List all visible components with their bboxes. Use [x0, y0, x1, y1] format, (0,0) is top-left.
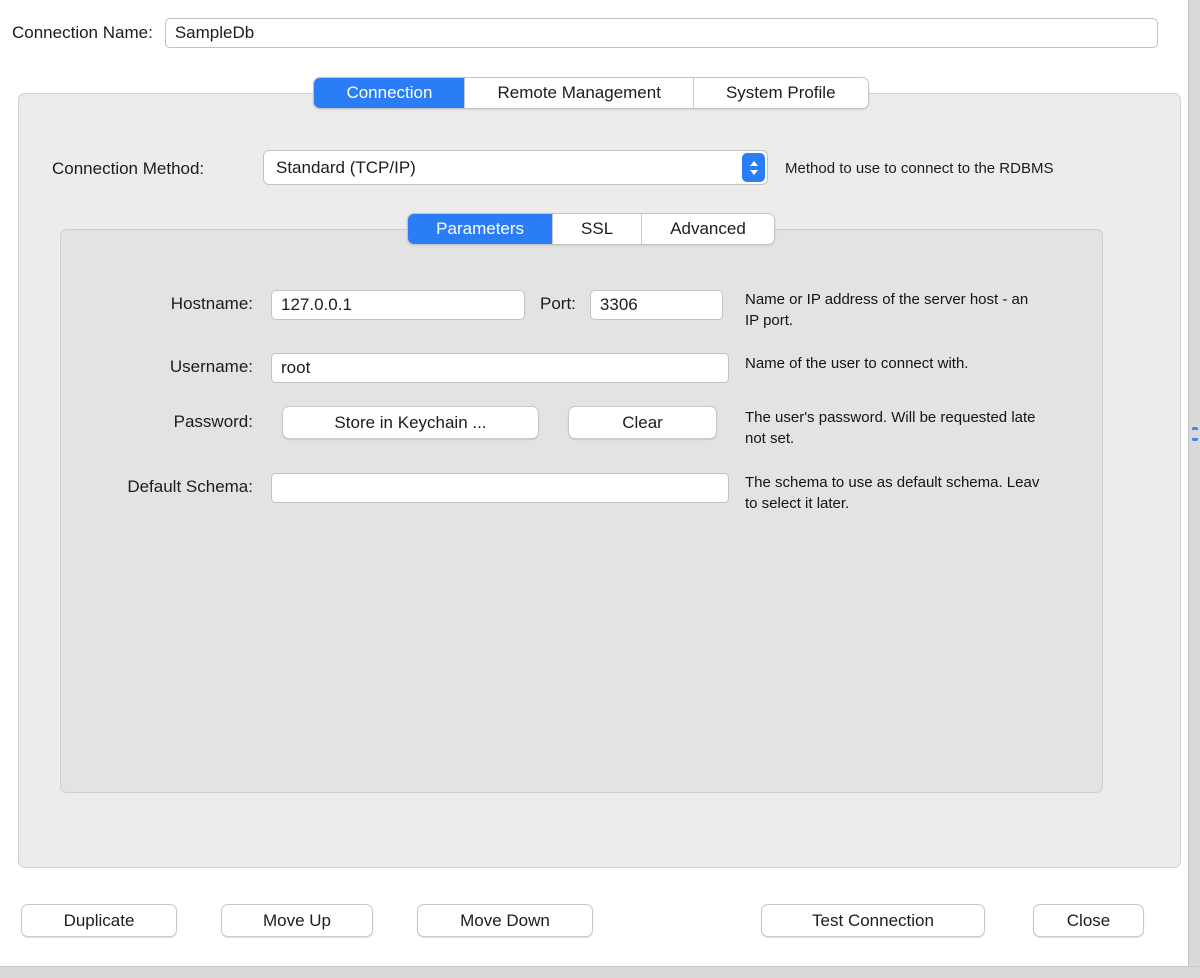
connection-method-value: Standard (TCP/IP): [276, 157, 416, 177]
main-tab-group: Connection Remote Management System Prof…: [313, 77, 869, 109]
clear-password-button[interactable]: Clear: [568, 406, 717, 439]
username-help-text: Name of the user to connect with.: [745, 355, 969, 372]
test-connection-button[interactable]: Test Connection: [761, 904, 985, 937]
tab-connection[interactable]: Connection: [314, 78, 465, 108]
window-edge-right: [1188, 0, 1200, 978]
window-edge-bottom: [0, 966, 1200, 978]
default-schema-row: Default Schema:: [61, 471, 741, 503]
store-in-keychain-button[interactable]: Store in Keychain ...: [282, 406, 539, 439]
connection-name-row: Connection Name:: [12, 18, 1158, 48]
tab-ssl[interactable]: SSL: [552, 214, 642, 244]
username-row: Username:: [61, 351, 741, 383]
hostname-label: Hostname:: [170, 294, 253, 313]
port-input[interactable]: [589, 290, 723, 320]
parameters-tab-group: Parameters SSL Advanced: [407, 213, 775, 245]
connection-method-select[interactable]: Standard (TCP/IP): [263, 150, 768, 185]
duplicate-button[interactable]: Duplicate: [21, 904, 177, 937]
tab-system-profile[interactable]: System Profile: [692, 78, 868, 108]
hostname-help-text: Name or IP address of the server host - …: [745, 291, 1029, 329]
password-help-text: The user's password. Will be requested l…: [745, 409, 1036, 447]
tab-remote-management[interactable]: Remote Management: [464, 78, 693, 108]
clipped-edge-artifact: [1192, 427, 1198, 441]
password-label: Password:: [173, 412, 253, 431]
connection-name-input[interactable]: [164, 18, 1158, 48]
default-schema-label: Default Schema:: [127, 477, 253, 496]
connection-name-label: Connection Name:: [12, 23, 153, 42]
hostname-row: Hostname: Port:: [61, 288, 741, 320]
tab-advanced[interactable]: Advanced: [641, 214, 774, 244]
stepper-arrows-icon: [742, 153, 765, 182]
close-button[interactable]: Close: [1033, 904, 1144, 937]
default-schema-input[interactable]: [271, 473, 729, 503]
default-schema-help-text: The schema to use as default schema. Lea…: [745, 474, 1040, 512]
main-tab-bar: Connection Remote Management System Prof…: [0, 77, 1182, 109]
connection-method-help-text: Method to use to connect to the RDBMS: [785, 160, 1054, 177]
parameters-tab-bar: Parameters SSL Advanced: [0, 213, 1182, 245]
connection-method-label: Connection Method:: [52, 159, 205, 178]
tab-parameters[interactable]: Parameters: [408, 214, 553, 244]
move-down-button[interactable]: Move Down: [417, 904, 593, 937]
hostname-input[interactable]: [271, 290, 525, 320]
parameters-panel: Hostname: Port: Name or IP address of th…: [60, 229, 1103, 793]
port-label: Port:: [540, 294, 576, 313]
password-row: Password: Store in Keychain ... Clear: [61, 406, 741, 439]
username-input[interactable]: [271, 353, 729, 383]
username-label: Username:: [169, 357, 253, 376]
connection-editor-window: Connection Name: Connection Remote Manag…: [0, 0, 1200, 978]
move-up-button[interactable]: Move Up: [221, 904, 373, 937]
